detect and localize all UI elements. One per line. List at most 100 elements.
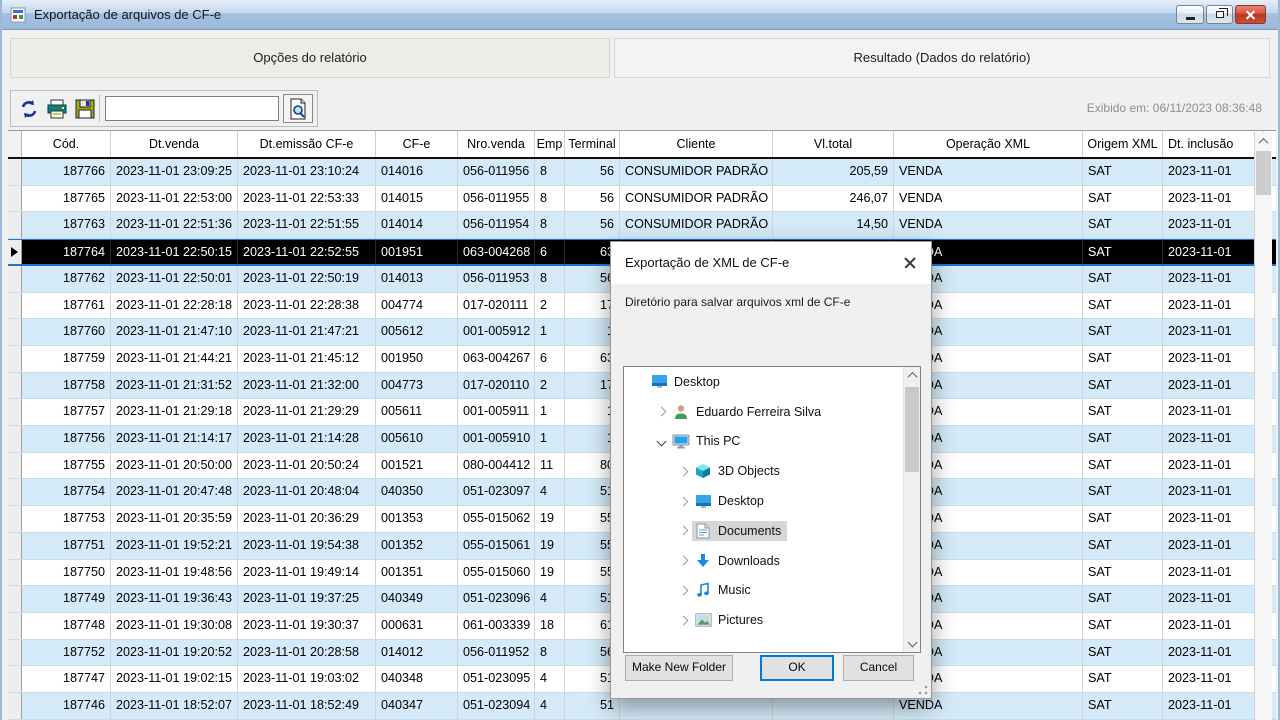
tree-item-3d-objects[interactable]: 3D Objects [624, 456, 920, 486]
chevron-right-icon[interactable] [678, 496, 688, 506]
row-selector[interactable] [8, 159, 22, 185]
table-row[interactable]: 1877652023-11-01 22:53:002023-11-01 22:5… [8, 186, 1276, 213]
row-selector[interactable] [8, 453, 22, 479]
chevron-right-icon[interactable] [678, 556, 688, 566]
row-selector[interactable] [8, 693, 22, 719]
row-selector[interactable] [8, 426, 22, 452]
music-icon [694, 582, 712, 598]
scrollbar-thumb[interactable] [905, 387, 919, 472]
tree-item-this-pc[interactable]: This PC [624, 427, 920, 457]
cell-incl: 2023-11-01 [1163, 479, 1264, 505]
row-selector[interactable] [8, 666, 22, 692]
column-header-total[interactable]: Vl.total [773, 131, 894, 157]
tree-item-eduardo-ferreira-silva[interactable]: Eduardo Ferreira Silva [624, 397, 920, 427]
make-new-folder-button[interactable]: Make New Folder [625, 655, 733, 681]
tree-item-documents[interactable]: Documents [624, 516, 920, 546]
cell-incl: 2023-11-01 [1163, 533, 1264, 559]
tree-item-label: This PC [696, 434, 740, 448]
table-row[interactable]: 1877662023-11-01 23:09:252023-11-01 23:1… [8, 159, 1276, 186]
search-input[interactable] [105, 96, 279, 121]
column-header-incl[interactable]: Dt. inclusão [1163, 131, 1264, 157]
table-vertical-scrollbar[interactable] [1254, 132, 1272, 720]
dialog-close-button[interactable] [901, 254, 919, 272]
tree-item-pictures[interactable]: Pictures [624, 605, 920, 635]
dialog-title-bar[interactable]: Exportação de XML de CF-e [611, 242, 931, 284]
chevron-right-icon[interactable] [678, 586, 688, 596]
cell-emissao: 2023-11-01 21:47:21 [238, 319, 376, 345]
tab-opcoes-relatorio[interactable]: Opções do relatório [10, 38, 610, 78]
row-selector[interactable] [8, 346, 22, 372]
row-selector[interactable] [8, 613, 22, 639]
column-header-cfe[interactable]: CF-e [376, 131, 458, 157]
scrollbar-thumb[interactable] [1256, 151, 1271, 195]
cell-cfe: 001352 [376, 533, 458, 559]
row-selector[interactable] [8, 186, 22, 212]
column-header-emp[interactable]: Emp [535, 131, 565, 157]
row-selector[interactable] [8, 240, 22, 264]
column-header-origem[interactable]: Origem XML [1083, 131, 1163, 157]
title-bar[interactable]: Exportação de arquivos de CF-e [2, 0, 1278, 30]
row-selector[interactable] [8, 373, 22, 399]
save-button[interactable] [73, 97, 97, 121]
chevron-up-icon [1259, 137, 1269, 147]
cancel-button[interactable]: Cancel [843, 655, 914, 681]
row-selector[interactable] [8, 266, 22, 292]
tree-item-label: Pictures [718, 613, 763, 627]
column-header-cliente[interactable]: Cliente [620, 131, 773, 157]
chevron-right-icon[interactable] [656, 407, 666, 417]
cell-origem: SAT [1083, 159, 1163, 185]
cell-op: VENDA [894, 186, 1083, 212]
chevron-right-icon[interactable] [678, 615, 688, 625]
column-header-term[interactable]: Terminal [565, 131, 620, 157]
cell-incl: 2023-11-01 [1163, 293, 1264, 319]
cell-op: VENDA [894, 212, 1083, 238]
close-button[interactable] [1235, 5, 1266, 24]
restore-button[interactable] [1206, 5, 1233, 24]
row-selector[interactable] [8, 479, 22, 505]
tab-resultado[interactable]: Resultado (Dados do relatório) [614, 38, 1270, 78]
cell-emp: 4 [535, 666, 565, 692]
cell-nro: 051-023096 [458, 586, 535, 612]
row-selector[interactable] [8, 399, 22, 425]
scroll-up-arrow[interactable] [904, 367, 920, 384]
cell-cod: 187746 [22, 693, 111, 719]
tree-item-desktop[interactable]: Desktop [624, 367, 920, 397]
row-selector[interactable] [8, 212, 22, 238]
column-header-emissao[interactable]: Dt.emissão CF-e [238, 131, 376, 157]
row-selector[interactable] [8, 586, 22, 612]
row-selector[interactable] [8, 640, 22, 666]
refresh-button[interactable] [17, 97, 41, 121]
toolbar-separator [99, 95, 100, 122]
chevron-up-icon [907, 372, 917, 382]
row-selector[interactable] [8, 533, 22, 559]
row-selector[interactable] [8, 319, 22, 345]
column-header-op[interactable]: Operação XML [894, 131, 1083, 157]
row-selector[interactable] [8, 293, 22, 319]
cell-emp: 19 [535, 506, 565, 532]
table-row[interactable]: 1877632023-11-01 22:51:362023-11-01 22:5… [8, 212, 1276, 239]
tree-item-downloads[interactable]: Downloads [624, 546, 920, 576]
row-selector[interactable] [8, 506, 22, 532]
chevron-right-icon[interactable] [678, 466, 688, 476]
scroll-down-arrow[interactable] [904, 635, 920, 652]
ok-button[interactable]: OK [760, 655, 834, 681]
print-button[interactable] [45, 97, 69, 121]
cell-cfe: 014014 [376, 212, 458, 238]
column-header-nro[interactable]: Nro.venda [458, 131, 535, 157]
chevron-right-icon[interactable] [678, 526, 688, 536]
chevron-down-icon[interactable] [656, 437, 666, 447]
scroll-up-arrow[interactable] [1255, 132, 1272, 150]
minimize-button[interactable] [1176, 5, 1204, 24]
cell-term: 56 [565, 186, 620, 212]
row-selector[interactable] [8, 560, 22, 586]
pictures-icon [694, 612, 712, 628]
tree-item-music[interactable]: Music [624, 576, 920, 606]
cell-emp: 1 [535, 426, 565, 452]
column-header-venda[interactable]: Dt.venda [111, 131, 238, 157]
tree-item-desktop[interactable]: Desktop [624, 486, 920, 516]
preview-report-button[interactable] [283, 94, 313, 123]
cell-venda: 2023-11-01 19:52:21 [111, 533, 238, 559]
column-header-cod[interactable]: Cód. [22, 131, 111, 157]
tree-scrollbar[interactable] [903, 367, 920, 652]
resize-grip[interactable] [918, 685, 928, 695]
